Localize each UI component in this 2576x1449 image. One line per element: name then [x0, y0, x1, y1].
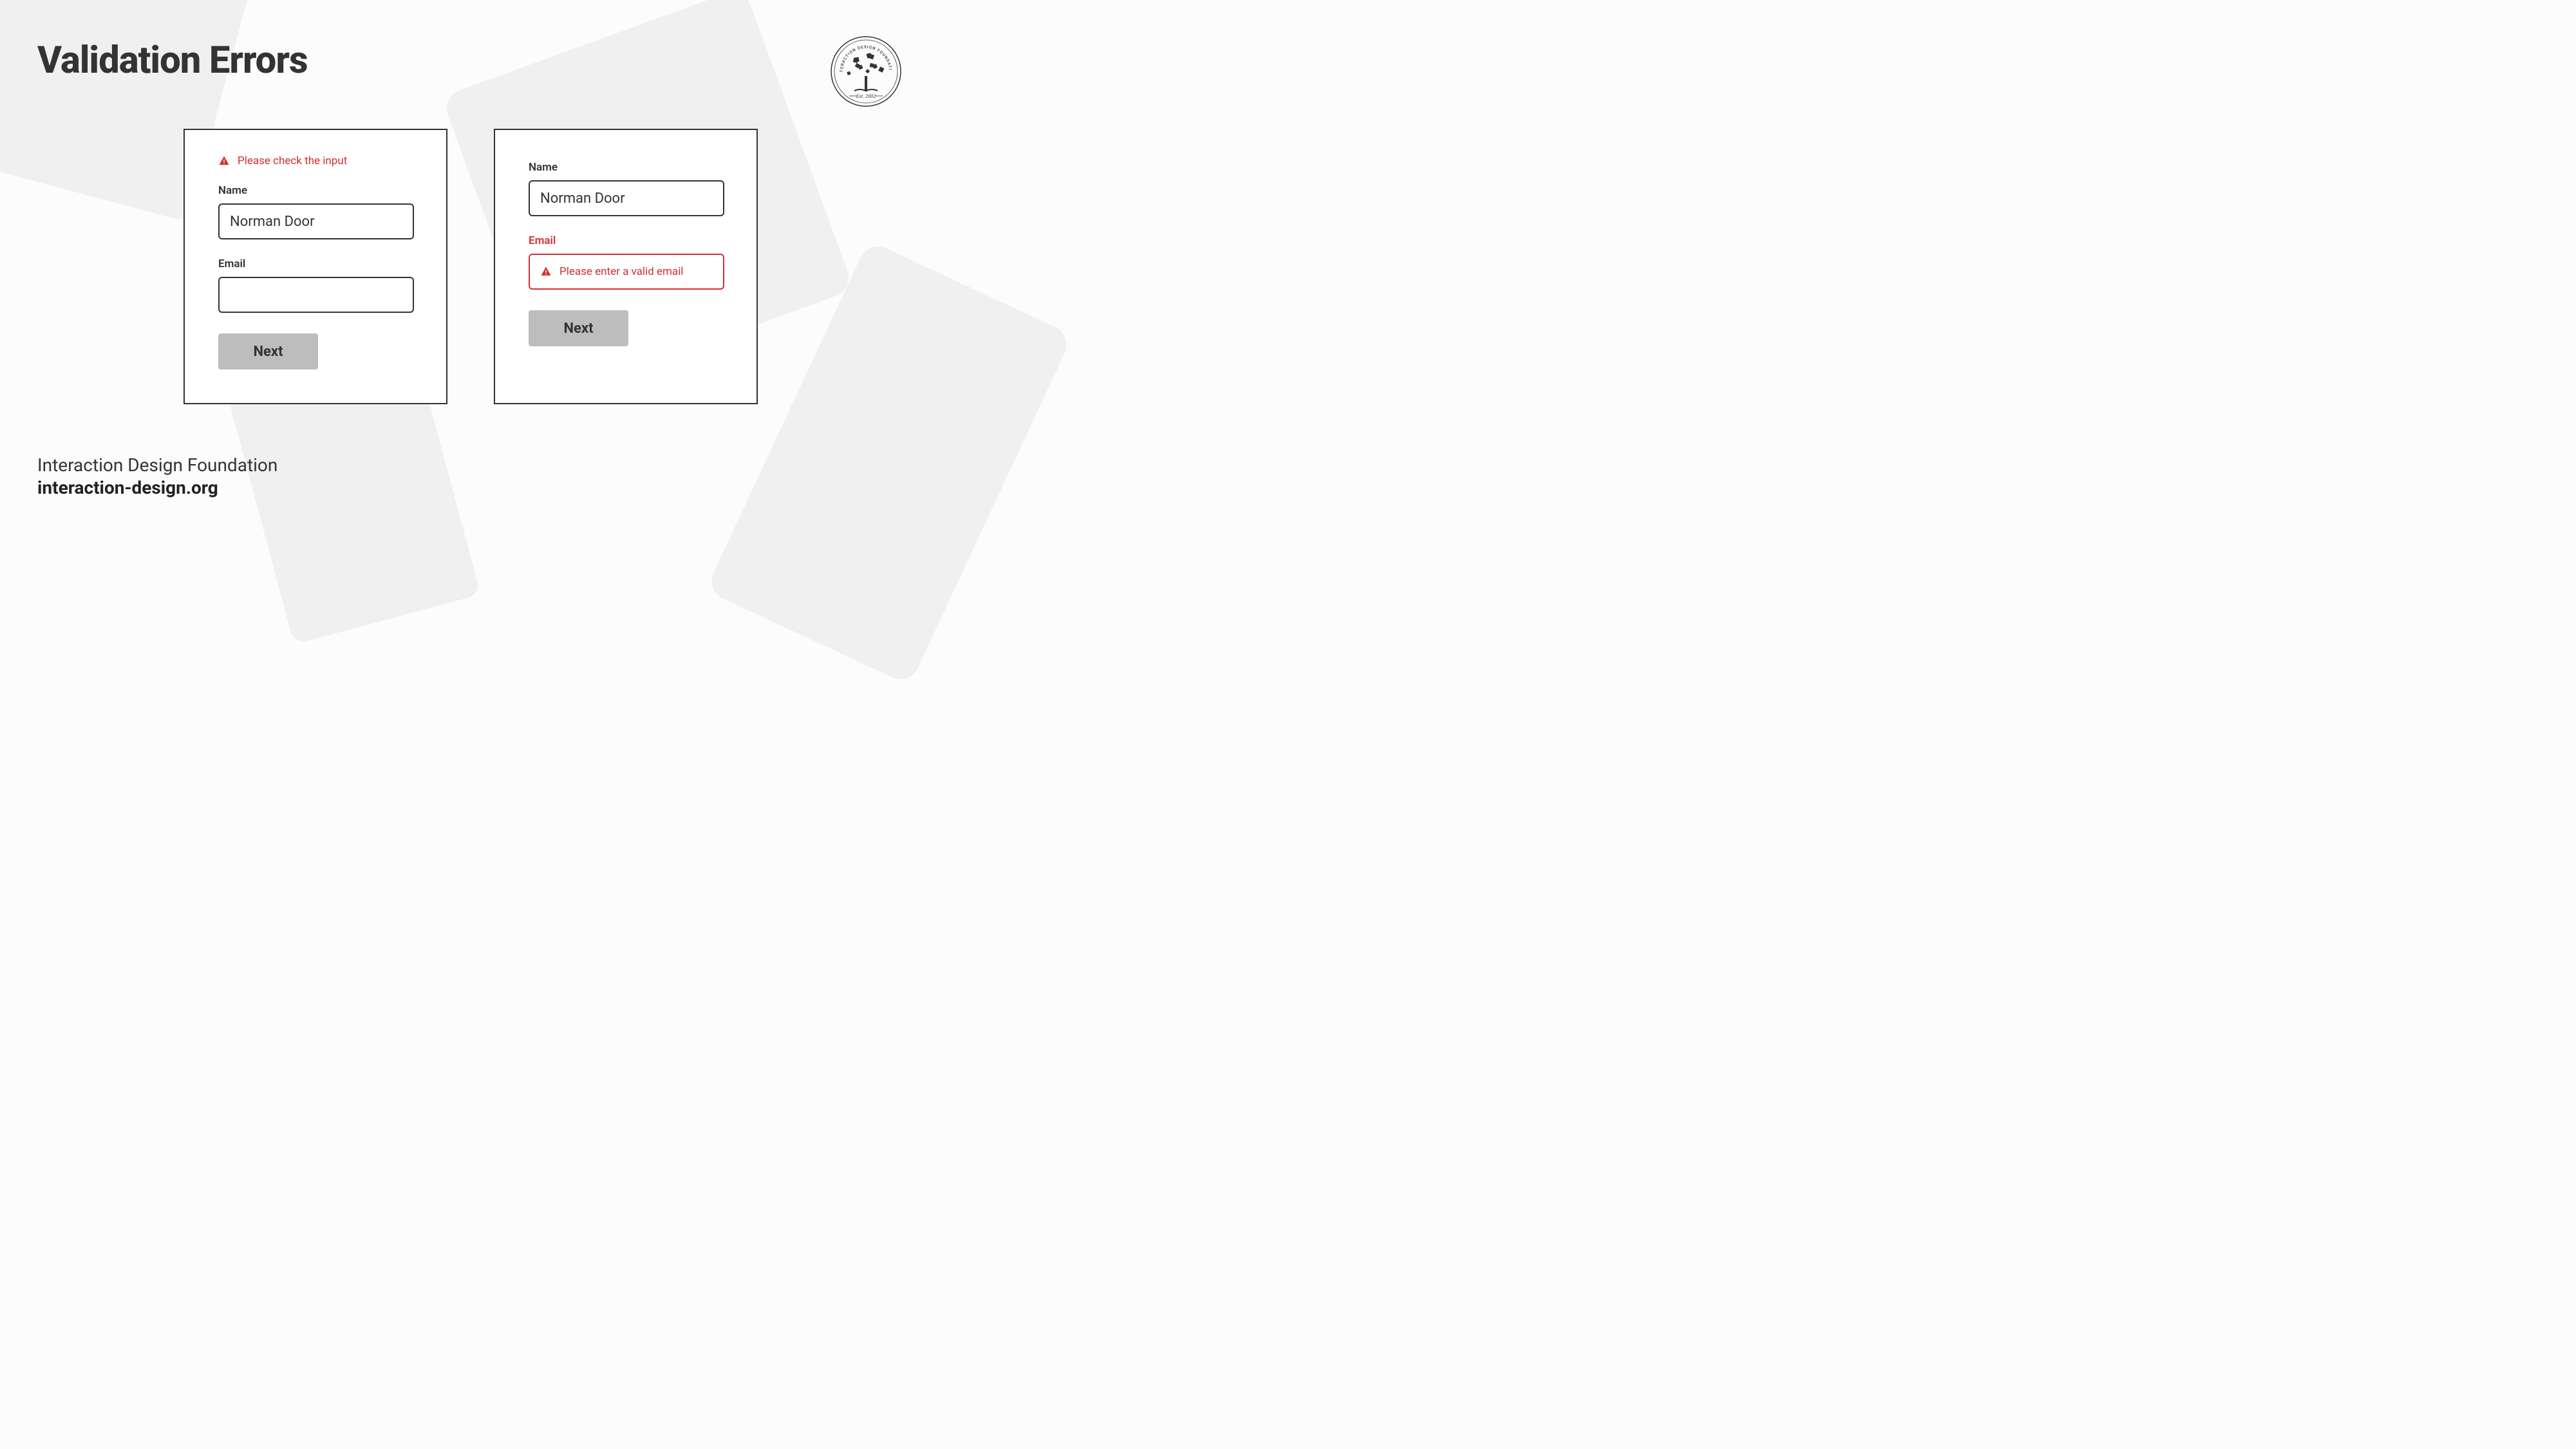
email-input-error[interactable]: Please enter a valid email [529, 254, 724, 290]
warning-icon [540, 266, 552, 277]
form-example-generic-error: Please check the input Name Norman Door … [183, 129, 447, 404]
email-field-label: Email [218, 257, 413, 270]
email-input[interactable] [218, 277, 414, 313]
footer-url: interaction-design.org [37, 477, 277, 498]
warning-icon [218, 155, 230, 167]
name-field-label: Name [218, 184, 413, 197]
idf-logo: INTERACTION DESIGN FOUNDATION Est. 2002 [830, 35, 902, 108]
form-error-banner: Please check the input [218, 154, 413, 167]
name-input[interactable]: Norman Door [529, 180, 724, 216]
footer-org-name: Interaction Design Foundation [37, 454, 277, 476]
name-input[interactable]: Norman Door [218, 203, 414, 239]
page-title: Validation Errors [37, 39, 308, 82]
forms-comparison-container: Please check the input Name Norman Door … [183, 129, 758, 404]
next-button[interactable]: Next [529, 310, 628, 346]
next-button[interactable]: Next [218, 333, 318, 369]
error-message-text: Please check the input [238, 154, 347, 167]
name-field-label: Name [529, 161, 723, 174]
email-field-label-error: Email [529, 234, 723, 247]
footer-attribution: Interaction Design Foundation interactio… [37, 454, 277, 498]
inline-error-text: Please enter a valid email [559, 265, 683, 278]
form-example-inline-error: Name Norman Door Email Please enter a va… [494, 129, 758, 404]
svg-text:Est. 2002: Est. 2002 [856, 93, 876, 99]
